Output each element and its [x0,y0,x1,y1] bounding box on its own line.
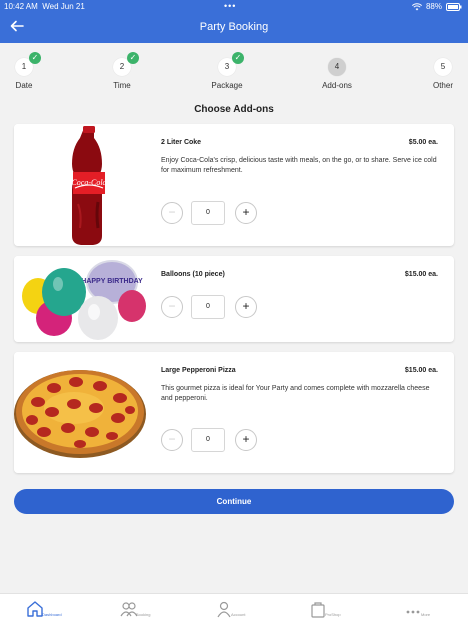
addon-price: $15.00 ea. [404,367,438,374]
status-time-date: 10:42 AM Wed Jun 21 [4,2,85,11]
decrease-quantity-button[interactable]: − [161,429,183,451]
increase-quantity-button[interactable]: + [235,202,257,224]
step-label: Time [113,81,131,90]
addon-card-pizza: Large Pepperoni Pizza $15.00 ea. This go… [14,352,454,473]
tab-proshop[interactable]: ProShop [309,600,379,622]
tab-booking[interactable]: Booking [120,600,190,622]
step-circle: 4 [328,58,346,76]
addon-name: Balloons (10 piece) [161,271,225,278]
step-package[interactable]: 3 ✓ Package [197,50,257,90]
addon-card-coke: Coca-Cola 2 Liter Coke $5.00 ea. Enjoy C… [14,124,454,246]
quantity-field[interactable]: 0 [191,201,225,225]
step-circle: 1 ✓ [15,52,41,76]
pizza-image [14,352,146,473]
step-date[interactable]: 1 ✓ Date [0,50,54,90]
checkmark-icon: ✓ [29,52,41,64]
app-header: 10:42 AM Wed Jun 21 ••• 88% Party Bookin… [0,0,468,43]
addon-description: Enjoy Coca-Cola's crisp, delicious taste… [161,157,437,174]
checkmark-icon: ✓ [232,52,244,64]
section-title: Choose Add-ons [194,104,274,115]
multitask-dots-icon[interactable]: ••• [224,1,236,11]
tab-dashboard[interactable]: Dashboard [26,600,96,622]
tab-label: ProShop [325,612,341,617]
continue-button[interactable]: Continue [14,489,454,514]
tab-label: Booking [136,612,151,617]
step-other[interactable]: 5 Other [413,50,468,90]
addon-price: $5.00 ea. [408,139,438,146]
page-title: Party Booking [199,21,269,33]
addon-description: This gourmet pizza is ideal for Your Par… [161,385,430,402]
bottom-tab-bar: Dashboard Booking Account ProShop More [0,593,468,625]
tab-account[interactable]: Account [215,600,285,622]
status-time: 10:42 AM [4,2,38,11]
tab-label: Dashboard [42,612,62,617]
status-right: 88% [411,2,462,11]
step-add-ons[interactable]: 4 Add-ons [307,50,367,90]
decrease-quantity-button[interactable]: − [161,202,183,224]
status-date: Wed Jun 21 [42,2,85,11]
decrease-quantity-button[interactable]: − [161,296,183,318]
step-number: 4 [334,62,340,71]
step-number: 3 [224,62,230,71]
increase-quantity-button[interactable]: + [235,429,257,451]
step-circle: 5 [434,58,452,76]
step-label: Package [211,81,243,90]
addon-card-balloons: HAPPY BIRTHDAY Balloons (10 piece) $15.0… [14,256,454,342]
tab-label: Account [231,612,246,617]
coke-logo-text: Coca-Cola [71,178,106,187]
step-circle: 2 ✓ [113,52,139,76]
increase-quantity-button[interactable]: + [235,296,257,318]
quantity-field[interactable]: 0 [191,428,225,452]
balloon-banner-text: HAPPY BIRTHDAY [81,278,143,285]
step-time[interactable]: 2 ✓ Time [92,50,152,90]
quantity-stepper: − 0 + [161,201,257,225]
coke-bottle-image: Coca-Cola [14,124,146,246]
step-label: Other [432,81,453,90]
step-label: Date [15,81,33,90]
quantity-field[interactable]: 0 [191,295,225,319]
addon-name: Large Pepperoni Pizza [161,367,236,374]
checkmark-icon: ✓ [127,52,139,64]
tab-label: More [421,612,431,617]
battery-percent: 88% [425,2,442,11]
addon-price: $15.00 ea. [404,271,438,278]
step-number: 5 [440,62,446,71]
tab-more[interactable]: More [405,600,468,622]
step-circle: 3 ✓ [218,52,244,76]
quantity-stepper: − 0 + [161,295,257,319]
balloons-image: HAPPY BIRTHDAY [14,256,146,342]
step-label: Add-ons [322,81,352,90]
quantity-stepper: − 0 + [161,428,257,452]
step-number: 2 [119,62,125,71]
wifi-icon [411,2,422,10]
addon-name: 2 Liter Coke [161,139,202,146]
step-number: 1 [21,62,27,71]
progress-steps: 1 ✓ Date 2 ✓ Time 3 ✓ Package 4 Add-ons … [0,50,468,92]
battery-icon [446,2,462,11]
